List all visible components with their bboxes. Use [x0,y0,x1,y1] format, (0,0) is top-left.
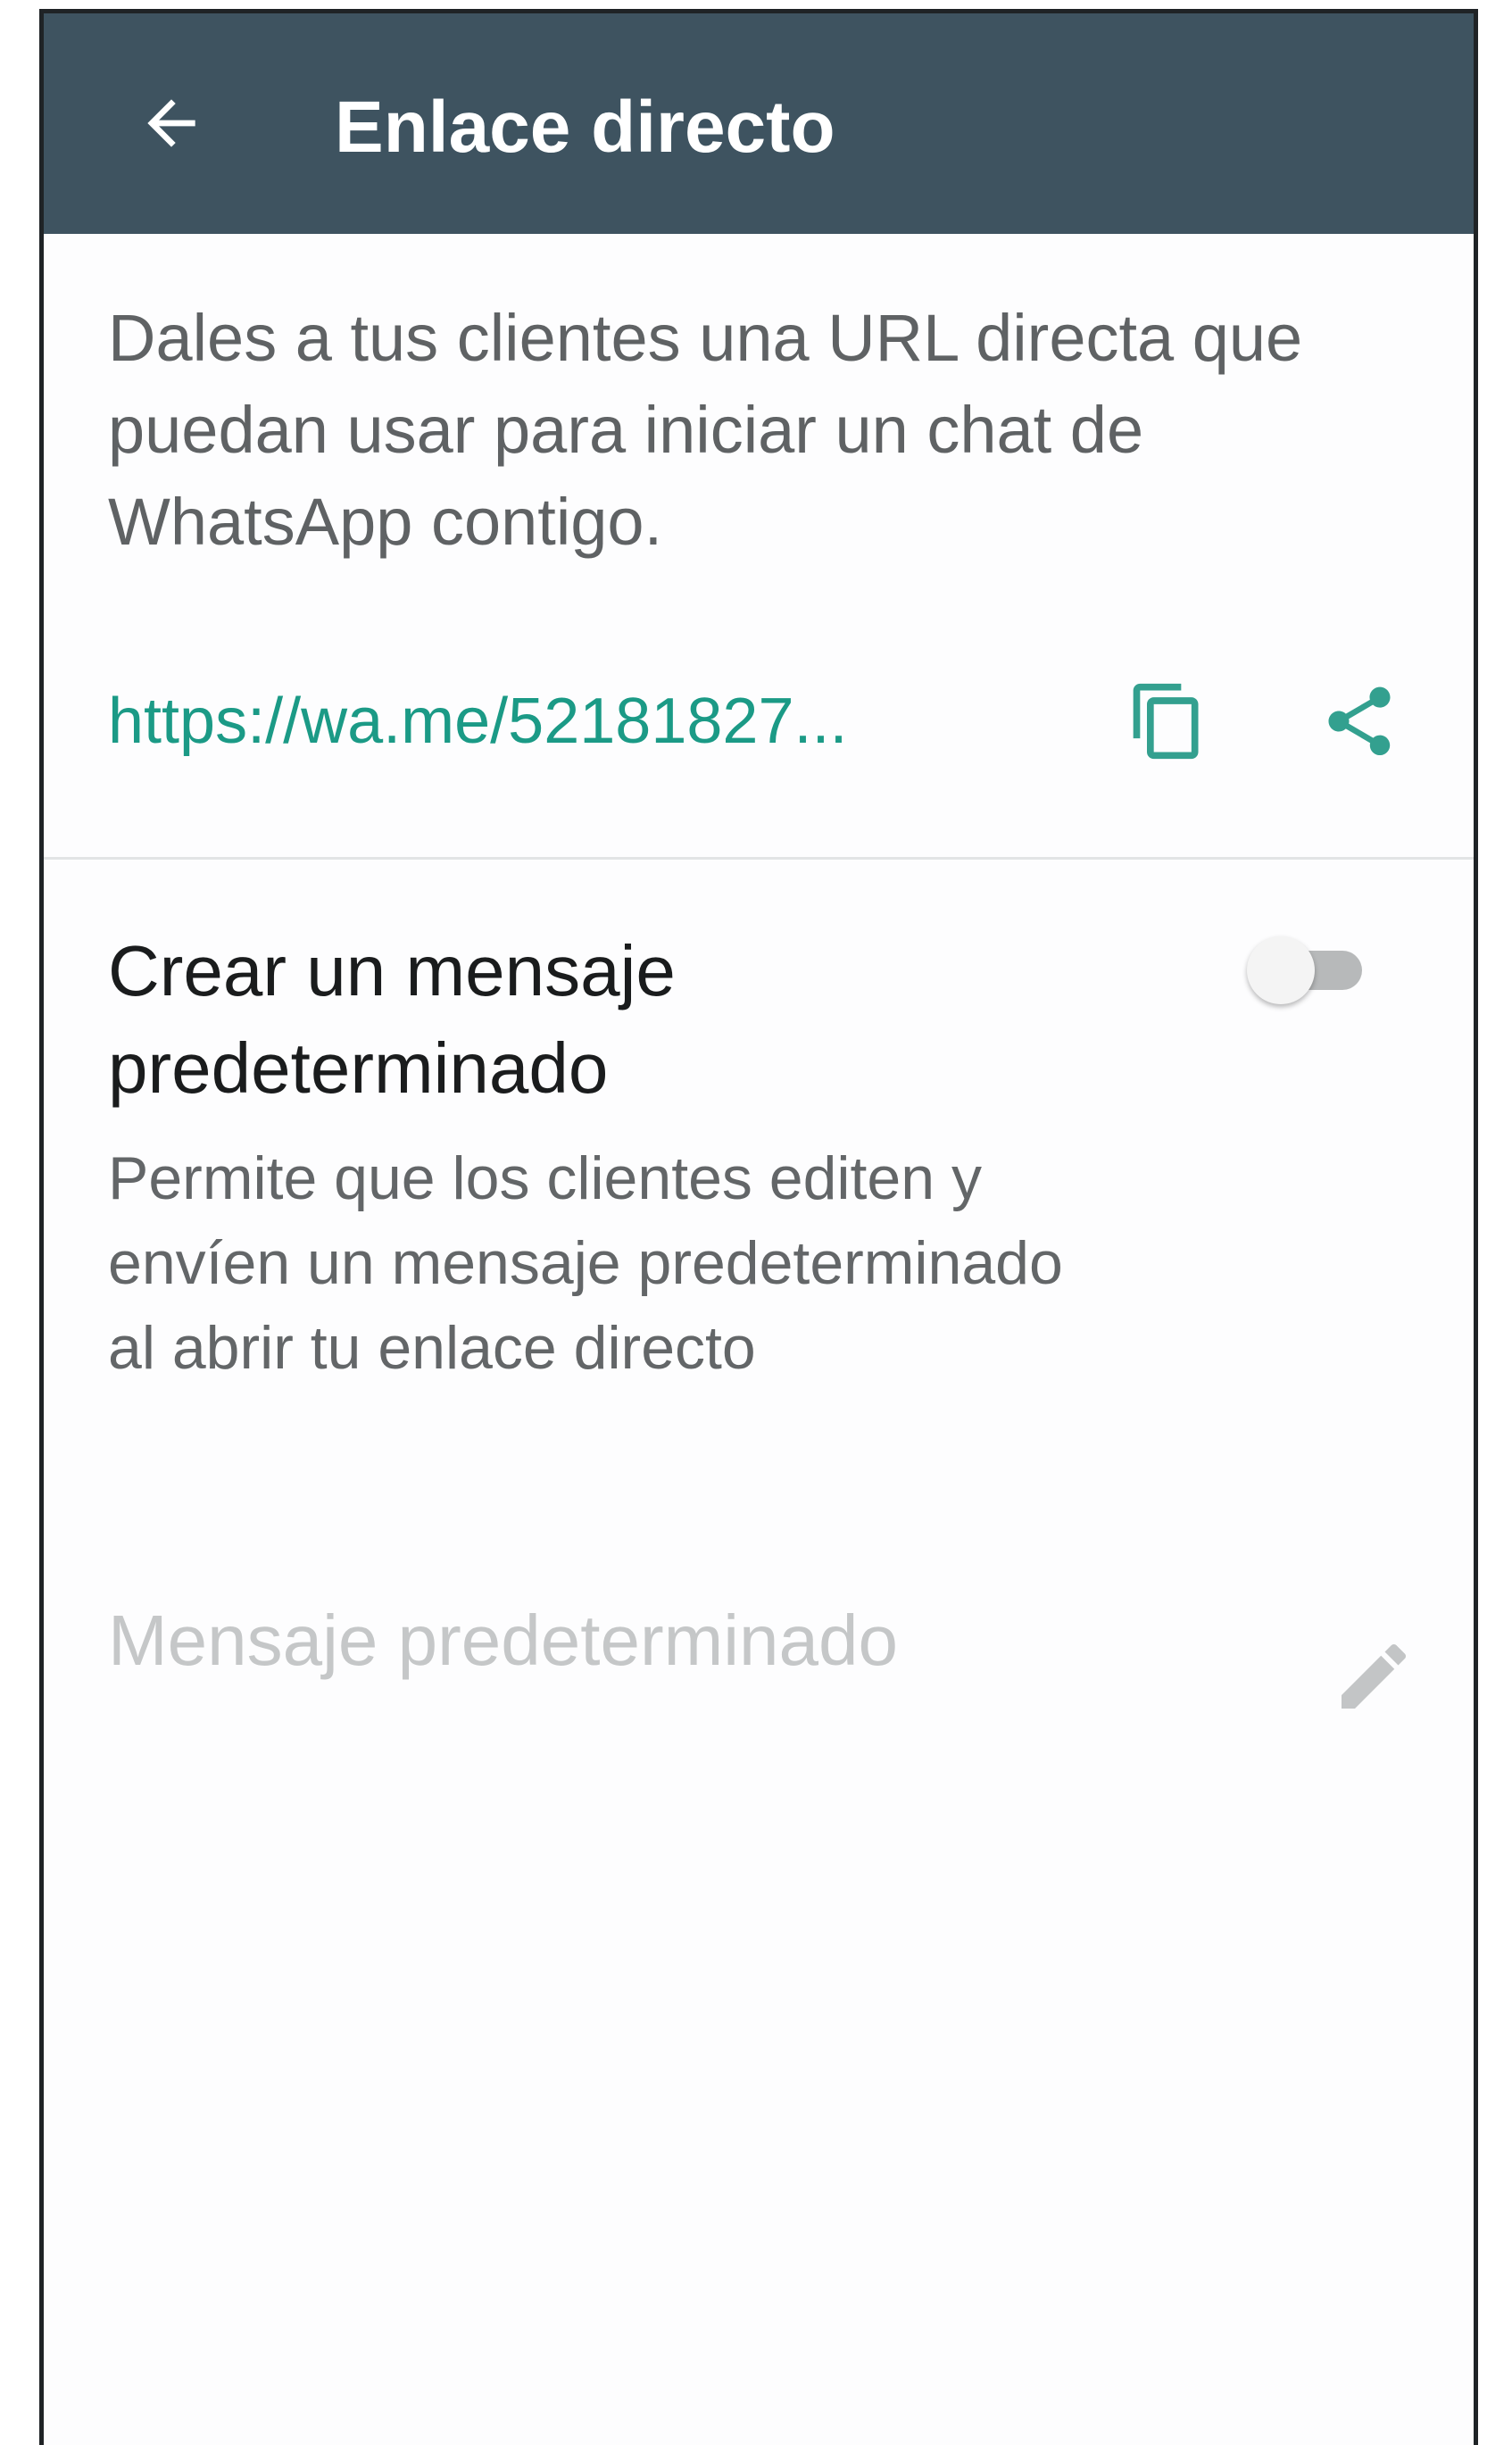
toggle-thumb [1247,936,1315,1004]
edit-message-button[interactable] [1325,1627,1423,1726]
default-message-toggle[interactable] [1242,924,1375,1013]
share-icon [1328,686,1391,756]
default-message-field[interactable]: Mensaje predeterminado [108,1592,898,1690]
page-title: Enlace directo [335,87,835,168]
copy-icon [1133,683,1199,760]
default-message-subtitle: Permite que los clientes editen y envíen… [108,1144,1063,1382]
back-button[interactable] [113,65,229,181]
pencil-icon [1342,1643,1407,1709]
app-bar: Enlace directo [44,13,1474,234]
arrow-back-icon [147,99,195,147]
link-description: Dales a tus clientes una URL directa que… [108,301,1303,559]
share-button[interactable] [1310,672,1408,770]
link-row: https://wa.me/52181827... [108,672,1429,770]
direct-link[interactable]: https://wa.me/52181827... [108,672,848,770]
copy-button[interactable] [1118,672,1217,770]
screen-frame: Enlace directo Dales a tus clientes una … [39,9,1478,2445]
section-divider [44,857,1474,860]
default-message-title: Crear un mensaje predeterminado [108,931,676,1108]
